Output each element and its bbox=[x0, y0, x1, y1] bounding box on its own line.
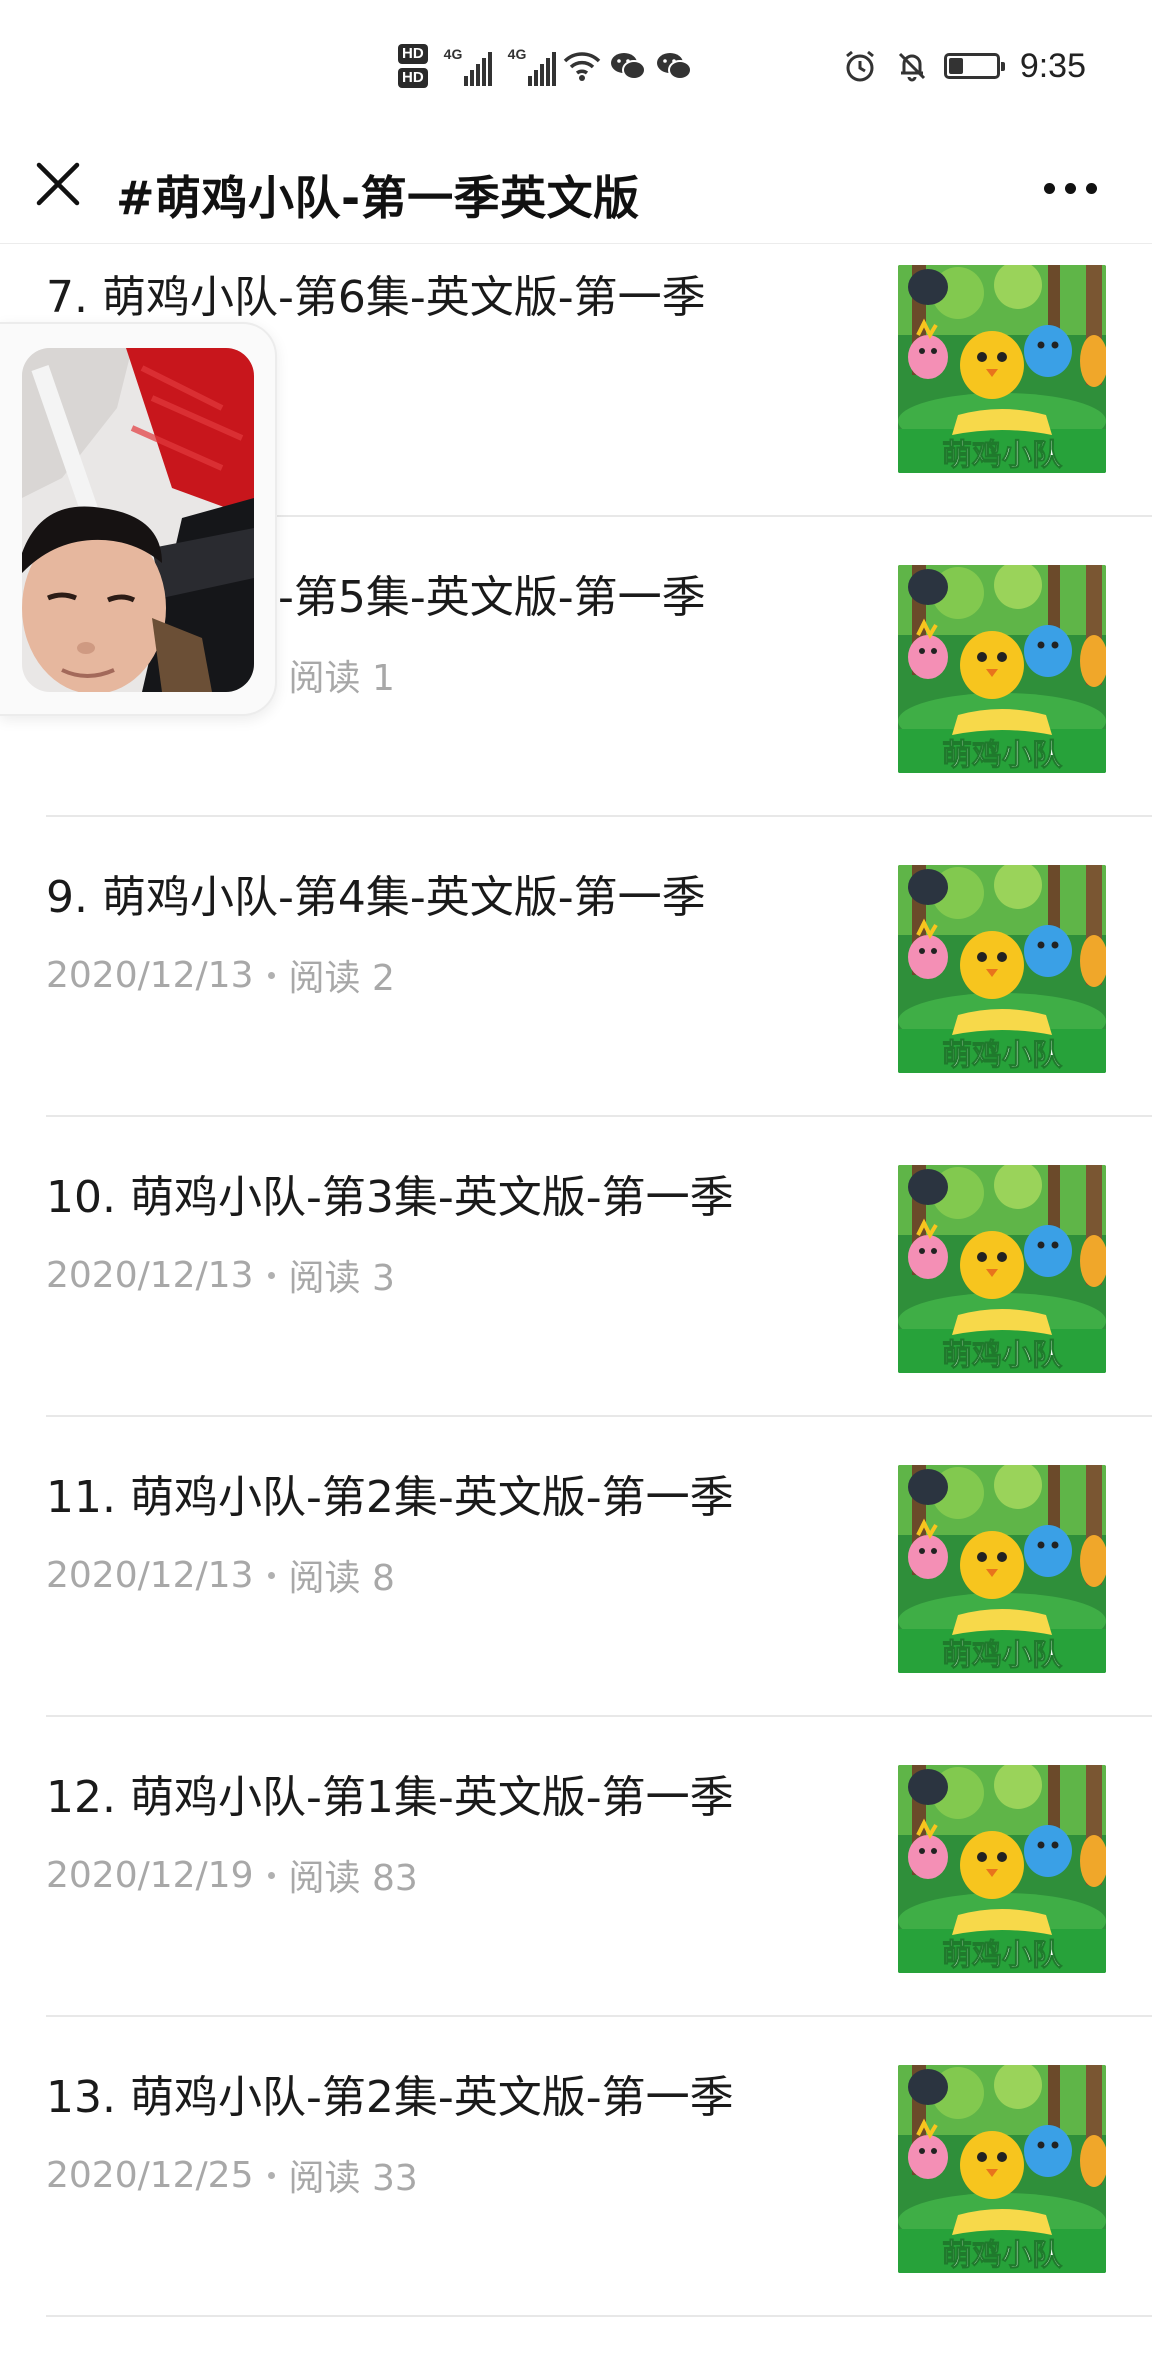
separator-dot bbox=[267, 2171, 275, 2179]
item-meta: 2020/12/13 阅读 3 bbox=[46, 1249, 395, 1301]
item-meta: 2020/12/25 阅读 33 bbox=[46, 2149, 418, 2201]
signal-icon-2: 4G bbox=[508, 46, 556, 86]
item-thumbnail[interactable]: 萌鸡小队 bbox=[898, 265, 1106, 473]
battery-icon bbox=[943, 53, 1005, 79]
more-icon-dot bbox=[1043, 182, 1055, 194]
page-title: #萌鸡小队-第一季英文版 bbox=[116, 171, 640, 225]
more-icon-dot bbox=[1064, 182, 1076, 194]
item-title: 7. 萌鸡小队-第6集-英文版-第一季 bbox=[46, 272, 706, 323]
item-date: 2020/12/13 bbox=[46, 1554, 254, 1596]
list-item[interactable]: 12. 萌鸡小队-第1集-英文版-第一季 2020/12/19 阅读 83 萌鸡… bbox=[0, 1717, 1152, 2017]
wechat-icon bbox=[608, 46, 648, 86]
network-label-2: 4G bbox=[507, 46, 527, 62]
hd-badge-2: HD bbox=[398, 68, 428, 88]
close-button[interactable] bbox=[26, 152, 90, 216]
item-thumbnail[interactable]: 萌鸡小队 bbox=[898, 1165, 1106, 1373]
item-date: 2020/12/25 bbox=[46, 2154, 254, 2196]
item-thumbnail[interactable]: 萌鸡小队 bbox=[898, 565, 1106, 773]
separator-dot bbox=[267, 1571, 275, 1579]
item-title: 11. 萌鸡小队-第2集-英文版-第一季 bbox=[46, 1472, 734, 1523]
item-thumbnail[interactable]: 萌鸡小队 bbox=[898, 1765, 1106, 1973]
separator-dot bbox=[267, 1271, 275, 1279]
cartoon-chicks-image: 萌鸡小队 bbox=[898, 565, 1106, 773]
item-date: 2020/12/13 bbox=[46, 1254, 254, 1296]
item-meta: 2020/12/13 阅读 2 bbox=[46, 949, 395, 1001]
item-title: 9. 萌鸡小队-第4集-英文版-第一季 bbox=[46, 872, 706, 923]
list-item[interactable]: 10. 萌鸡小队-第3集-英文版-第一季 2020/12/13 阅读 3 萌鸡小… bbox=[0, 1117, 1152, 1417]
divider bbox=[46, 2315, 1152, 2317]
list-item[interactable]: 11. 萌鸡小队-第2集-英文版-第一季 2020/12/13 阅读 8 萌鸡小… bbox=[0, 1417, 1152, 1717]
svg-text:萌鸡小队: 萌鸡小队 bbox=[942, 1038, 1063, 1073]
bell-off-icon bbox=[892, 46, 932, 86]
item-thumbnail[interactable]: 萌鸡小队 bbox=[898, 1465, 1106, 1673]
wechat-icon bbox=[654, 46, 694, 86]
status-right-icons: 9:35 bbox=[840, 40, 1086, 92]
more-icon-dot bbox=[1085, 182, 1097, 194]
video-frame-image bbox=[22, 348, 254, 692]
item-reads: 阅读 33 bbox=[288, 2158, 418, 2199]
video-preview[interactable] bbox=[22, 348, 254, 692]
svg-text:萌鸡小队: 萌鸡小队 bbox=[942, 1938, 1063, 1973]
cartoon-chicks-image: 萌鸡小队 bbox=[898, 1765, 1106, 1973]
svg-text:萌鸡小队: 萌鸡小队 bbox=[942, 2238, 1063, 2273]
item-reads: 阅读 8 bbox=[288, 1558, 395, 1599]
more-button[interactable] bbox=[1034, 160, 1106, 216]
list-item[interactable]: 13. 萌鸡小队-第2集-英文版-第一季 2020/12/25 阅读 33 萌鸡… bbox=[0, 2017, 1152, 2317]
item-meta: 2020/12/13 阅读 8 bbox=[46, 1549, 395, 1601]
cartoon-chicks-image: 萌鸡小队 bbox=[898, 1165, 1106, 1373]
cartoon-chicks-image: 萌鸡小队 bbox=[898, 865, 1106, 1073]
close-icon bbox=[36, 162, 80, 206]
cartoon-chicks-image: 萌鸡小队 bbox=[898, 2065, 1106, 2273]
svg-text:萌鸡小队: 萌鸡小队 bbox=[942, 438, 1063, 473]
svg-text:萌鸡小队: 萌鸡小队 bbox=[942, 1338, 1063, 1373]
item-reads: 阅读 3 bbox=[288, 1258, 395, 1299]
cartoon-chicks-image: 萌鸡小队 bbox=[898, 265, 1106, 473]
item-thumbnail[interactable]: 萌鸡小队 bbox=[898, 2065, 1106, 2273]
item-title: 10. 萌鸡小队-第3集-英文版-第一季 bbox=[46, 1172, 734, 1223]
item-reads: 阅读 2 bbox=[288, 958, 395, 999]
network-label-1: 4G bbox=[443, 46, 463, 62]
status-left-icons: HD HD 4G 4G bbox=[398, 36, 694, 96]
item-date: 2020/12/19 bbox=[46, 1854, 254, 1896]
list-item[interactable]: 9. 萌鸡小队-第4集-英文版-第一季 2020/12/13 阅读 2 萌鸡小队 bbox=[0, 817, 1152, 1117]
status-bar: HD HD 4G 4G 9:35 bbox=[0, 0, 1152, 132]
item-title: 13. 萌鸡小队-第2集-英文版-第一季 bbox=[46, 2072, 734, 2123]
hd-badge-1: HD bbox=[398, 44, 428, 64]
item-reads: 阅读 83 bbox=[288, 1858, 418, 1899]
page-header: #萌鸡小队-第一季英文版 bbox=[0, 132, 1152, 244]
item-reads: 阅读 1 bbox=[288, 658, 395, 699]
floating-video-window[interactable] bbox=[0, 322, 277, 716]
separator-dot bbox=[267, 971, 275, 979]
separator-dot bbox=[267, 1871, 275, 1879]
item-meta: 2020/12/19 阅读 83 bbox=[46, 1849, 418, 1901]
signal-icon-1: 4G bbox=[444, 46, 492, 86]
item-thumbnail[interactable]: 萌鸡小队 bbox=[898, 865, 1106, 1073]
svg-text:萌鸡小队: 萌鸡小队 bbox=[942, 738, 1063, 773]
wifi-icon bbox=[562, 46, 602, 86]
status-time: 9:35 bbox=[1019, 46, 1086, 85]
svg-text:萌鸡小队: 萌鸡小队 bbox=[942, 1638, 1063, 1673]
item-date: 2020/12/13 bbox=[46, 954, 254, 996]
alarm-icon bbox=[840, 46, 880, 86]
item-title: 12. 萌鸡小队-第1集-英文版-第一季 bbox=[46, 1772, 734, 1823]
hd-indicators: HD HD bbox=[398, 44, 428, 88]
cartoon-chicks-image: 萌鸡小队 bbox=[898, 1465, 1106, 1673]
